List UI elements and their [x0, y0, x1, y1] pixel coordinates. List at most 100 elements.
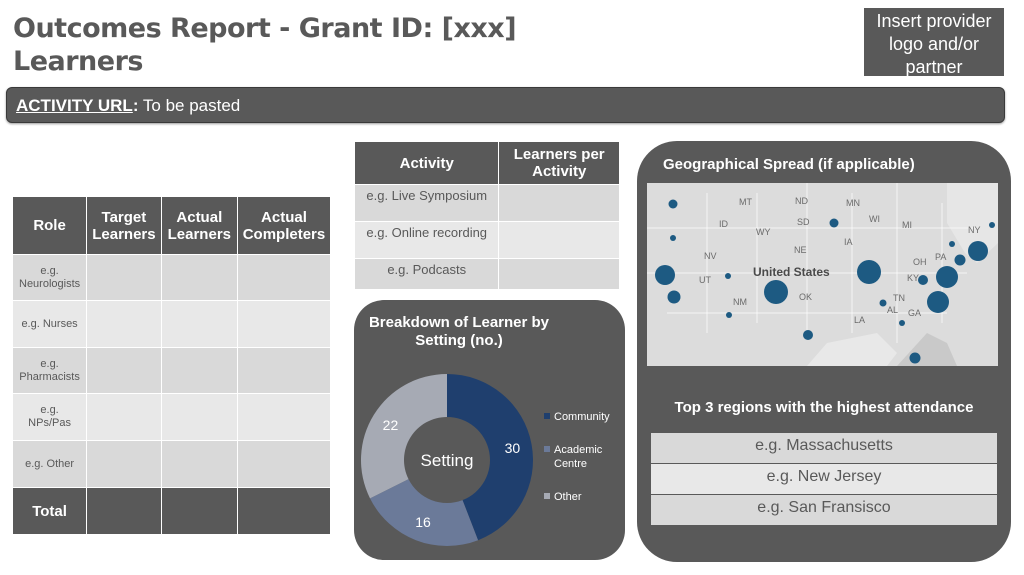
table-cell[interactable]: [236, 347, 332, 394]
table-row: e.g. Podcasts: [353, 258, 620, 290]
role-cell: e.g. NPs/Pas: [11, 393, 88, 441]
activity-url-colon: :: [132, 96, 139, 115]
data-label: 16: [415, 514, 431, 530]
activity-cell: e.g. Online recording: [353, 221, 500, 259]
table-cell[interactable]: [86, 440, 162, 488]
region-row: e.g. San Fransisco: [651, 495, 997, 525]
table-cell[interactable]: [236, 487, 332, 535]
table-cell[interactable]: [86, 300, 162, 348]
map-bubble[interactable]: [726, 312, 732, 318]
activity-url-bar: ACTIVITY URL: To be pasted: [6, 87, 1005, 123]
map-state-label: GA: [908, 308, 921, 318]
activity-url-label: ACTIVITY URL: [16, 96, 133, 115]
map-bubble[interactable]: [989, 222, 995, 228]
map-state-label: MI: [902, 220, 912, 230]
table-cell[interactable]: [160, 393, 238, 441]
map-bubble[interactable]: [764, 280, 788, 304]
table-cell[interactable]: [160, 254, 238, 301]
role-cell: e.g. Pharmacists: [11, 347, 88, 394]
donut-center-label: Setting: [421, 451, 474, 470]
map-svg: MTNDSDWYNENVOKNMIAMNWIMIOHPANYKYTNALGASC…: [647, 183, 998, 366]
map-bubble[interactable]: [857, 260, 881, 284]
role-table: Role Target Learners Actual Learners Act…: [11, 196, 332, 535]
donut-slice-other[interactable]: [361, 373, 447, 499]
legend-entry: Other: [554, 491, 582, 503]
donut-chart: 30 16 22 Setting Community Academic Centre Othe…: [361, 373, 610, 546]
table-cell[interactable]: [160, 487, 238, 535]
top3-title: Top 3 regions with the highest attendanc…: [674, 399, 974, 416]
map-bubble[interactable]: [968, 241, 988, 261]
map-state-label: ID: [719, 219, 729, 229]
logo-placeholder: Insert provider logo and/or partner: [864, 8, 1004, 77]
map-bubble[interactable]: [725, 273, 731, 279]
map-bubble[interactable]: [667, 290, 681, 304]
map-bubble[interactable]: [879, 299, 887, 307]
legend-swatch: [544, 446, 550, 452]
activity-cell: e.g. Live Symposium: [353, 184, 500, 222]
table-cell[interactable]: [86, 393, 162, 441]
report-title: Outcomes Report - Grant ID: [xxx] Learne…: [13, 12, 573, 78]
header-actual-completers: Actual Completers: [236, 196, 332, 255]
map-state-label: IA: [844, 237, 853, 247]
us-map[interactable]: MTNDSDWYNENVOKNMIAMNWIMIOHPANYKYTNALGASC…: [647, 183, 998, 366]
map-bubble[interactable]: [949, 241, 955, 247]
data-label: 30: [505, 440, 521, 456]
table-row: e.g. Neurologists: [11, 254, 332, 301]
geo-panel: Geographical Spread (if applicable) MT ND…: [637, 141, 1011, 562]
map-bubble[interactable]: [936, 266, 958, 288]
total-row: Total: [11, 487, 332, 535]
table-cell[interactable]: [236, 300, 332, 348]
map-bubble[interactable]: [954, 254, 966, 266]
table-cell[interactable]: [498, 258, 620, 290]
table-cell[interactable]: [236, 440, 332, 488]
map-bubble[interactable]: [829, 218, 839, 228]
map-bubble[interactable]: [918, 275, 928, 285]
map-country-label: United States: [753, 265, 830, 279]
setting-chart-panel: Breakdown of Learner by Setting (no.) 30…: [354, 300, 625, 560]
table-row: e.g. Pharmacists: [11, 347, 332, 394]
table-cell[interactable]: [160, 300, 238, 348]
map-state-label: WY: [756, 227, 771, 237]
map-bubble[interactable]: [899, 320, 905, 326]
map-state-label: WI: [869, 214, 880, 224]
legend-entry: Academic Centre: [554, 444, 603, 470]
activity-table: Activity Learners per Activity e.g. Live…: [353, 141, 620, 290]
map-bubble[interactable]: [668, 199, 678, 209]
table-cell[interactable]: [86, 254, 162, 301]
map-bubble[interactable]: [927, 291, 949, 313]
map-bubble[interactable]: [655, 265, 675, 285]
region-row: e.g. New Jersey: [651, 464, 997, 494]
map-state-label: OH: [913, 257, 927, 267]
table-row: e.g. NPs/Pas: [11, 393, 332, 441]
table-row: e.g. Online recording: [353, 221, 620, 259]
activity-url-value: To be pasted: [142, 96, 241, 115]
geo-title: Geographical Spread (if applicable): [663, 156, 915, 173]
table-cell[interactable]: [160, 440, 238, 488]
table-cell[interactable]: [86, 487, 162, 535]
title-line-1: Outcomes Report - Grant ID: [xxx]: [13, 13, 517, 44]
table-row: e.g. Nurses: [11, 300, 332, 348]
map-state-label: UT: [699, 275, 711, 285]
header-actual-learners: Actual Learners: [160, 196, 238, 255]
map-state-label: MT: [739, 197, 752, 207]
role-table-header: Role Target Learners Actual Learners Act…: [11, 196, 332, 255]
map-state-label: NE: [794, 245, 807, 255]
map-state-label: KY: [907, 273, 919, 283]
header-learners-per-activity: Learners per Activity: [498, 141, 620, 185]
map-state-label: OK: [799, 292, 812, 302]
table-row: e.g. Other: [11, 440, 332, 488]
map-state-label: NV: [704, 251, 717, 261]
map-state-label: MN: [846, 198, 860, 208]
table-cell[interactable]: [86, 347, 162, 394]
map-state-label: NY: [968, 225, 981, 235]
table-cell[interactable]: [498, 184, 620, 222]
table-cell[interactable]: [160, 347, 238, 394]
activity-cell: e.g. Podcasts: [353, 258, 500, 290]
map-bubble[interactable]: [803, 330, 813, 340]
map-bubble[interactable]: [670, 235, 676, 241]
table-cell[interactable]: [236, 254, 332, 301]
map-bubble[interactable]: [909, 352, 921, 364]
table-cell[interactable]: [236, 393, 332, 441]
table-cell[interactable]: [498, 221, 620, 259]
map-state-label: LA: [854, 315, 865, 325]
